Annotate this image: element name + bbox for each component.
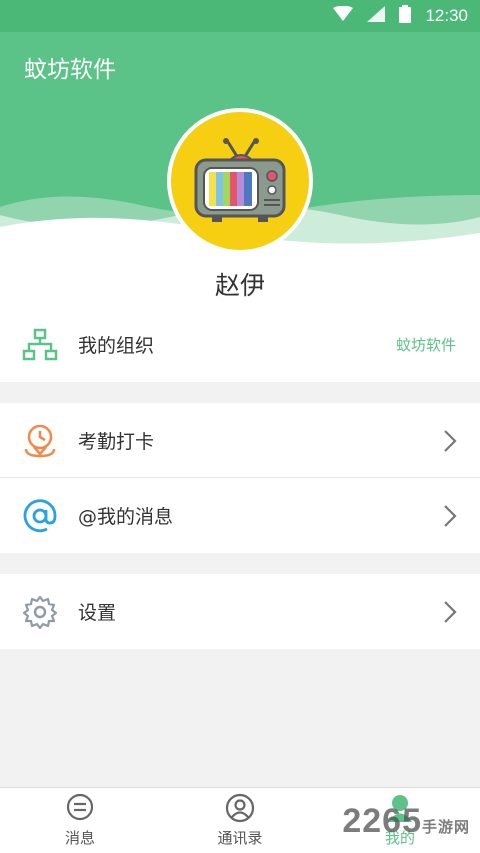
tv-icon (194, 138, 286, 222)
tab-contacts[interactable]: 通讯录 (160, 788, 320, 853)
menu-item-settings[interactable]: 设置 (0, 574, 480, 649)
org-chart-icon (22, 328, 58, 361)
menu-item-label: 考勤打卡 (78, 430, 155, 453)
menu-item-my-organization[interactable]: 我的组织 蚊坊软件 (0, 307, 480, 382)
watermark-site: 手游网 (421, 819, 470, 836)
battery-icon (399, 5, 412, 27)
contacts-icon (225, 793, 255, 823)
attendance-clock-icon (24, 424, 56, 458)
status-bar: 12:30 (0, 0, 480, 32)
watermark: 2265手游网 (342, 802, 470, 841)
username: 赵伊 (214, 271, 265, 300)
chevron-right-icon (444, 601, 457, 623)
menu-item-label: 设置 (78, 602, 117, 624)
tab-label: 消息 (64, 829, 95, 847)
gear-icon (22, 595, 58, 630)
avatar[interactable] (167, 108, 313, 254)
app-title: 蚊坊软件 (24, 57, 116, 83)
menu-item-attendance[interactable]: 考勤打卡 (0, 403, 480, 478)
org-section: 我的组织 蚊坊软件 (0, 307, 480, 382)
chevron-right-icon (444, 430, 457, 452)
wifi-icon (333, 5, 354, 26)
settings-section: 设置 (0, 574, 480, 649)
watermark-number: 2265 (342, 802, 422, 840)
menu-item-label: @我的消息 (78, 506, 174, 528)
at-sign-icon (23, 499, 57, 533)
chat-bubble-icon (66, 793, 94, 821)
signal-icon (367, 6, 386, 26)
tab-messages[interactable]: 消息 (0, 788, 160, 853)
organization-name: 蚊坊软件 (395, 336, 456, 354)
menu-item-label: 我的组织 (78, 335, 155, 357)
activity-section: 考勤打卡 @我的消息 (0, 403, 480, 553)
tab-label: 通讯录 (217, 829, 263, 847)
menu-item-mentions[interactable]: @我的消息 (0, 478, 480, 553)
chevron-right-icon (444, 505, 457, 527)
clock: 12:30 (425, 6, 468, 25)
